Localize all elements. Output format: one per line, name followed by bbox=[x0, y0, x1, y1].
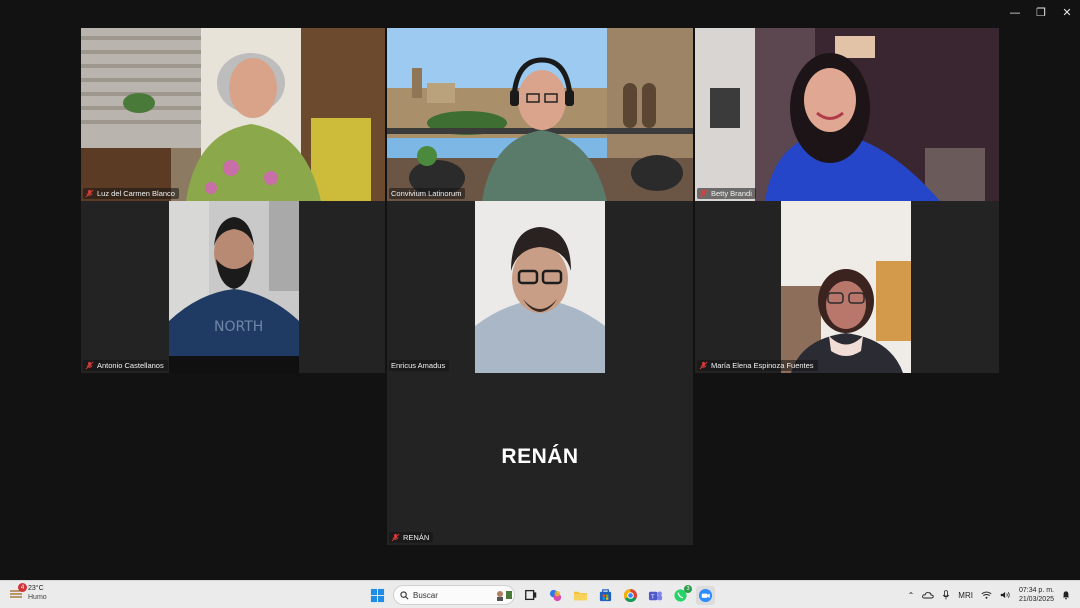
participant-tile-betty[interactable]: Betty Brandi bbox=[695, 28, 999, 201]
taskbar: 4 23°C Humo Buscar T 3 ⌃ MRI 07:34 p. m.… bbox=[0, 580, 1080, 608]
restore-button[interactable]: ❐ bbox=[1028, 0, 1054, 24]
mic-muted-icon bbox=[391, 533, 400, 542]
chrome-icon[interactable] bbox=[621, 586, 640, 605]
taskbar-search[interactable]: Buscar bbox=[393, 585, 515, 605]
weather-widget[interactable]: 4 23°C Humo bbox=[8, 583, 47, 602]
close-button[interactable]: ✕ bbox=[1054, 0, 1080, 24]
whatsapp-icon[interactable]: 3 bbox=[671, 584, 692, 605]
mic-muted-icon bbox=[699, 189, 708, 198]
participant-name: RENÁN bbox=[403, 533, 430, 542]
keyboard-language[interactable]: MRI bbox=[958, 591, 973, 600]
chevron-up-icon[interactable]: ⌃ bbox=[908, 591, 915, 600]
task-view-icon[interactable] bbox=[521, 586, 540, 605]
search-highlight-icon bbox=[497, 591, 512, 601]
participant-name: Enricus Amadus bbox=[391, 361, 446, 370]
weather-condition: Humo bbox=[28, 594, 47, 601]
notifications-icon[interactable] bbox=[1062, 590, 1070, 600]
name-tag: Convivium Latinorum bbox=[389, 188, 466, 199]
clock[interactable]: 07:34 p. m. 21/03/2025 bbox=[1019, 586, 1054, 604]
onedrive-icon[interactable] bbox=[922, 591, 934, 599]
name-tag: Luz del Carmen Blanco bbox=[83, 188, 179, 199]
store-icon[interactable] bbox=[596, 586, 615, 605]
taskbar-apps: Buscar T 3 bbox=[368, 584, 715, 606]
participant-name: Convivium Latinorum bbox=[391, 189, 462, 198]
window-controls: — ❐ ✕ bbox=[1002, 0, 1080, 24]
participant-video bbox=[695, 28, 999, 201]
weather-temp: 23°C bbox=[28, 585, 44, 592]
weather-icon: 4 bbox=[8, 583, 27, 601]
clock-time: 07:34 p. m. bbox=[1018, 587, 1054, 594]
participant-tile-maria[interactable]: María Elena Espinoza Fuentes bbox=[695, 201, 999, 373]
system-tray: ⌃ MRI 07:34 p. m. 21/03/2025 bbox=[908, 584, 1070, 606]
windows-start-icon[interactable] bbox=[368, 586, 387, 605]
wifi-icon[interactable] bbox=[981, 591, 992, 599]
participant-tile-luz[interactable]: Luz del Carmen Blanco bbox=[81, 28, 385, 201]
participant-video bbox=[387, 28, 693, 201]
search-icon bbox=[400, 590, 409, 599]
participant-video: NORTH bbox=[169, 201, 299, 373]
participant-name: María Elena Espinoza Fuentes bbox=[711, 361, 814, 370]
participant-display-name: RENÁN bbox=[501, 445, 579, 468]
teams-icon[interactable]: T bbox=[646, 586, 665, 605]
name-tag: María Elena Espinoza Fuentes bbox=[697, 360, 818, 371]
participant-name: Luz del Carmen Blanco bbox=[97, 189, 175, 198]
clock-date: 21/03/2025 bbox=[1018, 596, 1054, 603]
name-tag: Enricus Amadus bbox=[389, 360, 450, 371]
mic-muted-icon bbox=[85, 189, 94, 198]
mic-muted-icon bbox=[699, 361, 708, 370]
name-tag: Antonio Castellanos bbox=[83, 360, 168, 371]
zoom-icon[interactable] bbox=[696, 585, 715, 605]
notification-badge: 4 bbox=[18, 583, 27, 592]
volume-icon[interactable] bbox=[1000, 591, 1011, 599]
name-tag: RENÁN bbox=[389, 532, 434, 543]
participant-video bbox=[81, 28, 385, 201]
participant-tile-enricus[interactable]: Enricus Amadus bbox=[387, 201, 693, 373]
participant-tile-renan[interactable]: RENÁN RENÁN bbox=[387, 373, 693, 545]
participant-tile-convivium[interactable]: Convivium Latinorum bbox=[387, 28, 693, 201]
participant-tile-antonio[interactable]: NORTH Antonio Castellanos bbox=[81, 201, 385, 373]
mic-muted-icon bbox=[85, 361, 94, 370]
participant-video bbox=[475, 201, 605, 373]
participant-video bbox=[781, 201, 911, 373]
copilot-icon[interactable] bbox=[546, 586, 565, 605]
svg-text:T: T bbox=[650, 594, 655, 600]
notification-badge: 3 bbox=[684, 584, 692, 593]
search-placeholder: Buscar bbox=[413, 590, 438, 600]
participant-name: Antonio Castellanos bbox=[97, 361, 164, 370]
file-explorer-icon[interactable] bbox=[571, 586, 590, 605]
minimize-button[interactable]: — bbox=[1002, 0, 1028, 24]
microphone-icon[interactable] bbox=[942, 590, 950, 600]
participant-name: Betty Brandi bbox=[711, 189, 752, 198]
name-tag: Betty Brandi bbox=[697, 188, 756, 199]
svg-text:NORTH: NORTH bbox=[214, 319, 263, 335]
